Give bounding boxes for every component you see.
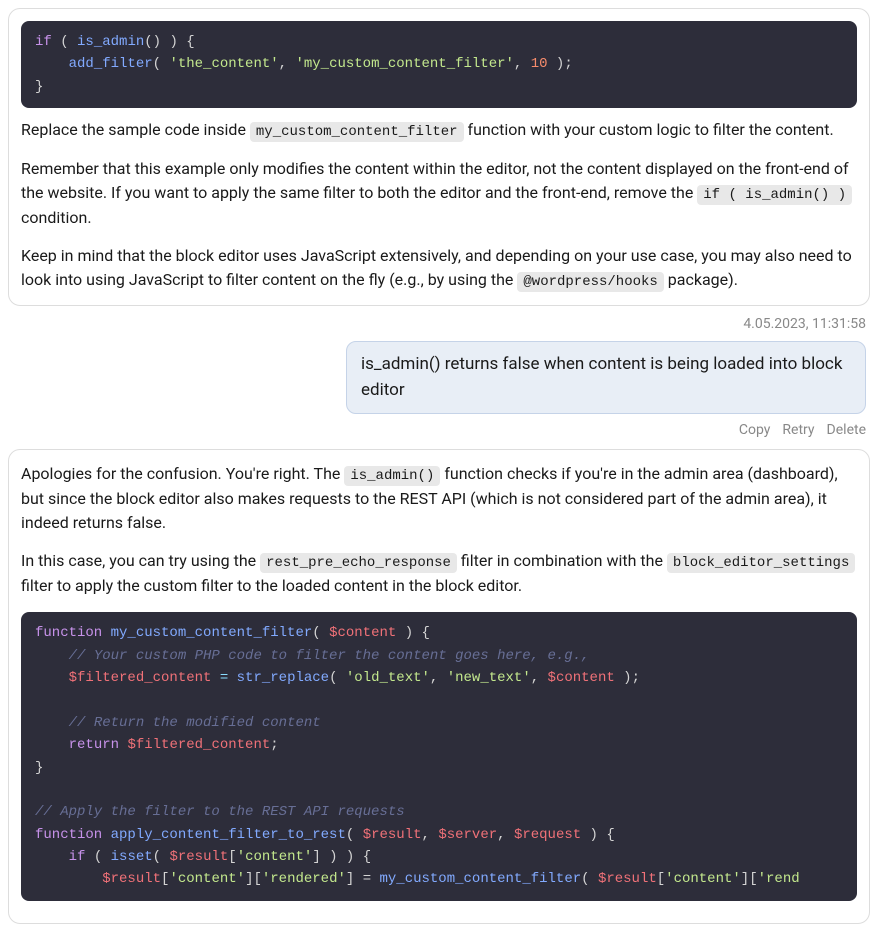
inline-code: block_editor_settings	[667, 553, 855, 573]
inline-code: rest_pre_echo_response	[260, 553, 457, 573]
paragraph-keep-in-mind: Keep in mind that the block editor uses …	[21, 244, 857, 293]
delete-button[interactable]: Delete	[827, 420, 866, 441]
paragraph-suggestion: In this case, you can try using the rest…	[21, 549, 857, 598]
assistant-message-1: if ( is_admin() ) { add_filter( 'the_con…	[8, 8, 870, 306]
paragraph-remember: Remember that this example only modifies…	[21, 157, 857, 230]
copy-button[interactable]: Copy	[739, 420, 771, 441]
user-message: is_admin() returns false when content is…	[346, 341, 866, 414]
inline-code: if ( is_admin() )	[697, 185, 852, 205]
message-timestamp: 4.05.2023, 11:31:58	[12, 314, 866, 335]
message-actions: Copy Retry Delete	[12, 420, 866, 441]
assistant-message-2: Apologies for the confusion. You're righ…	[8, 449, 870, 924]
inline-code: my_custom_content_filter	[250, 122, 464, 142]
retry-button[interactable]: Retry	[782, 420, 814, 441]
inline-code: @wordpress/hooks	[517, 272, 663, 292]
user-message-row: is_admin() returns false when content is…	[12, 341, 866, 414]
inline-code: is_admin()	[344, 466, 440, 486]
paragraph-replace: Replace the sample code inside my_custom…	[21, 118, 857, 143]
paragraph-apology: Apologies for the confusion. You're righ…	[21, 462, 857, 535]
code-block-1: if ( is_admin() ) { add_filter( 'the_con…	[21, 21, 857, 108]
